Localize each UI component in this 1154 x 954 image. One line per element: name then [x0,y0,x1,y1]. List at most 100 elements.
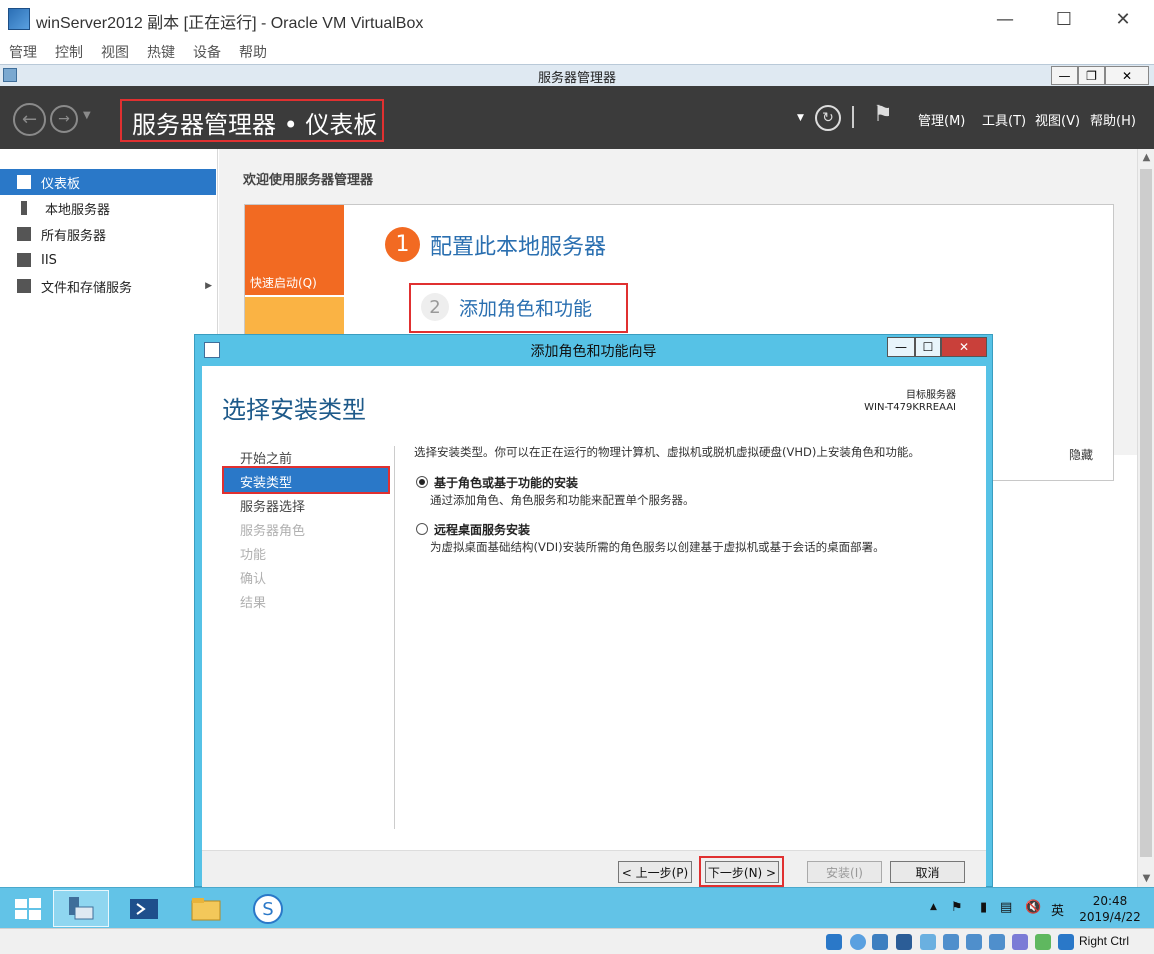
sidebar-item-dashboard[interactable]: 仪表板 [0,169,216,195]
tray-expand-icon[interactable]: ▲ [930,902,937,912]
tray-volume-muted-icon[interactable]: 🔇 [1025,900,1041,915]
host-key-label: Right Ctrl [1079,934,1130,948]
cancel-button[interactable]: 取消 [890,861,965,883]
next-button-highlight [699,856,784,887]
role-based-option-title[interactable]: 基于角色或基于功能的安装 [434,474,578,491]
taskbar-app[interactable]: S [240,890,296,927]
sidebar-item-all-servers[interactable]: 所有服务器 [0,221,216,247]
menu-control[interactable]: 控制 [55,42,83,62]
usb-icon[interactable] [920,934,936,950]
sidebar-item-label: 文件和存储服务 [41,280,133,296]
forward-arrow-icon[interactable]: → [50,105,78,133]
notifications-flag-icon[interactable]: ⚑ [873,102,893,127]
add-roles-highlight: 2 添加角色和功能 [409,283,628,333]
remote-desktop-option-desc: 为虚拟桌面基础结构(VDI)安装所需的角色服务以创建基于虚拟机或基于会话的桌面部… [430,540,885,554]
step2-number-badge: 2 [421,293,449,321]
configure-local-server-link[interactable]: 配置此本地服务器 [430,229,606,261]
taskbar-server-manager[interactable] [53,890,109,927]
sm-close-icon[interactable]: ✕ [1105,66,1149,85]
refresh-icon[interactable]: ↻ [815,105,841,131]
taskbar-powershell[interactable] [116,890,172,927]
quick-start-tile[interactable]: 快速启动(Q) [245,205,344,295]
wizard-nav-results: 结果 [240,596,267,611]
back-arrow-icon[interactable]: ← [13,103,46,136]
scroll-thumb[interactable] [1140,169,1152,857]
target-server-label: 目标服务器 [906,390,956,401]
sm-minimize-icon[interactable]: — [1051,66,1078,85]
sidebar: 仪表板 本地服务器 所有服务器 IIS 文件和存储服务 ▶ [0,149,218,455]
shared-folders-icon[interactable] [943,934,959,950]
menu-hotkey[interactable]: 热键 [147,42,175,62]
close-icon[interactable]: ✕ [1094,0,1152,38]
minimize-icon[interactable]: — [976,0,1034,38]
taskbar-file-explorer[interactable] [178,890,234,927]
wizard-nav-server-roles: 服务器角色 [240,524,306,539]
menu-view[interactable]: 视图 [101,42,129,62]
remote-desktop-radio[interactable] [416,523,428,535]
expand-chevron-icon[interactable]: ▶ [205,281,212,291]
header-menu-view[interactable]: 视图(V) [1035,110,1080,129]
hdd-status-icon[interactable] [826,934,842,950]
wizard-minimize-icon[interactable]: — [887,337,915,357]
vbox-status-bar: Right Ctrl [0,928,1154,954]
dashboard-icon [17,175,31,189]
sm-restore-icon[interactable]: ❐ [1078,66,1105,85]
sidebar-item-label: IIS [41,252,57,268]
audio-icon[interactable] [872,934,888,950]
network-icon[interactable] [896,934,912,950]
start-button[interactable] [0,890,56,927]
wizard-page-heading: 选择安装类型 [222,396,366,424]
keyboard-capture-icon[interactable] [1058,934,1074,950]
sidebar-item-file-storage[interactable]: 文件和存储服务 ▶ [0,273,216,299]
role-based-radio[interactable] [416,476,428,488]
scroll-up-icon[interactable]: ▲ [1138,149,1154,166]
remote-desktop-option-title[interactable]: 远程桌面服务安装 [434,521,530,538]
header-menu-tools[interactable]: 工具(T) [982,110,1026,129]
add-roles-features-link[interactable]: 添加角色和功能 [459,294,592,321]
sidebar-item-iis[interactable]: IIS [0,247,216,273]
previous-button[interactable]: < 上一步(P) [618,861,692,883]
taskbar-clock[interactable]: 20:48 2019/4/22 [1072,893,1148,925]
tray-flag-icon[interactable]: ⚑ [951,900,963,915]
header-divider [852,106,854,128]
wizard-nav-server-selection[interactable]: 服务器选择 [240,496,305,515]
svg-text:S: S [262,899,273,920]
menu-help[interactable]: 帮助 [239,42,267,62]
wizard-nav-before-you-begin[interactable]: 开始之前 [240,448,292,467]
step1-number-badge: 1 [385,227,420,262]
scroll-down-icon[interactable]: ▼ [1138,870,1154,887]
optical-drive-icon[interactable] [850,934,866,950]
tray-ime[interactable]: 英 [1051,900,1064,919]
menu-devices[interactable]: 设备 [193,42,221,62]
recording-icon[interactable] [989,934,1005,950]
storage-icon [17,279,31,293]
breadcrumb: 服务器管理器 • 仪表板 [132,111,378,139]
wizard-nav-confirmation: 确认 [240,572,267,587]
main-scrollbar[interactable]: ▲ ▼ [1137,149,1154,887]
clock-time: 20:48 [1092,894,1128,908]
history-dropdown-icon[interactable]: ▼ [83,110,91,121]
wizard-maximize-icon[interactable]: ☐ [915,337,941,357]
wizard-nav-install-type[interactable]: 安装类型 [222,466,390,494]
guest-taskbar: S ▲ ⚑ ▮ ▤ 🔇 英 20:48 2019/4/22 [0,887,1154,928]
tray-network-icon[interactable]: ▤ [1000,900,1012,915]
tray-battery-icon[interactable]: ▮ [980,900,987,915]
header-menu-manage[interactable]: 管理(M) [918,110,965,129]
whats-new-tile[interactable] [245,297,344,337]
header-menu-help[interactable]: 帮助(H) [1090,110,1136,129]
wizard-body: 选择安装类型 目标服务器 WIN-T479KRREAAI 开始之前 安装类型 服… [202,366,986,850]
hide-link[interactable]: 隐藏 [1069,446,1093,463]
menu-manage[interactable]: 管理 [9,42,37,62]
wizard-title-bar: 添加角色和功能向导 — ☐ ✕ [195,335,992,365]
mouse-integration-icon[interactable] [1035,934,1051,950]
vbox-menu-bar: 管理 控制 视图 热键 设备 帮助 [0,38,1154,64]
wizard-close-icon[interactable]: ✕ [941,337,987,357]
iis-icon [17,253,31,267]
sidebar-item-label: 仪表板 [41,176,81,192]
display-icon[interactable] [966,934,982,950]
vt-x-icon[interactable] [1012,934,1028,950]
sidebar-item-local-server[interactable]: 本地服务器 [0,195,216,221]
maximize-icon[interactable]: ☐ [1035,0,1093,38]
dropdown-icon[interactable]: ▼ [797,113,804,123]
add-roles-wizard-dialog: 添加角色和功能向导 — ☐ ✕ 选择安装类型 目标服务器 WIN-T479KRR… [194,334,993,887]
